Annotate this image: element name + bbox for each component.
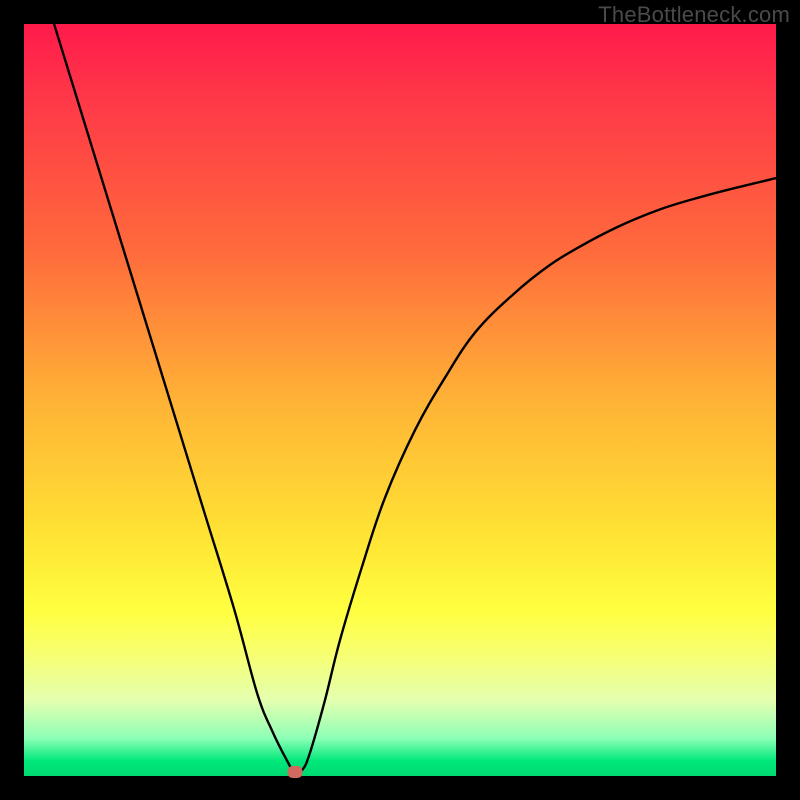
watermark-text: TheBottleneck.com xyxy=(598,2,790,28)
curve-svg xyxy=(24,24,776,776)
optimal-point-marker xyxy=(287,766,302,778)
plot-area xyxy=(24,24,776,776)
bottleneck-curve xyxy=(54,24,776,773)
chart-frame: TheBottleneck.com xyxy=(0,0,800,800)
